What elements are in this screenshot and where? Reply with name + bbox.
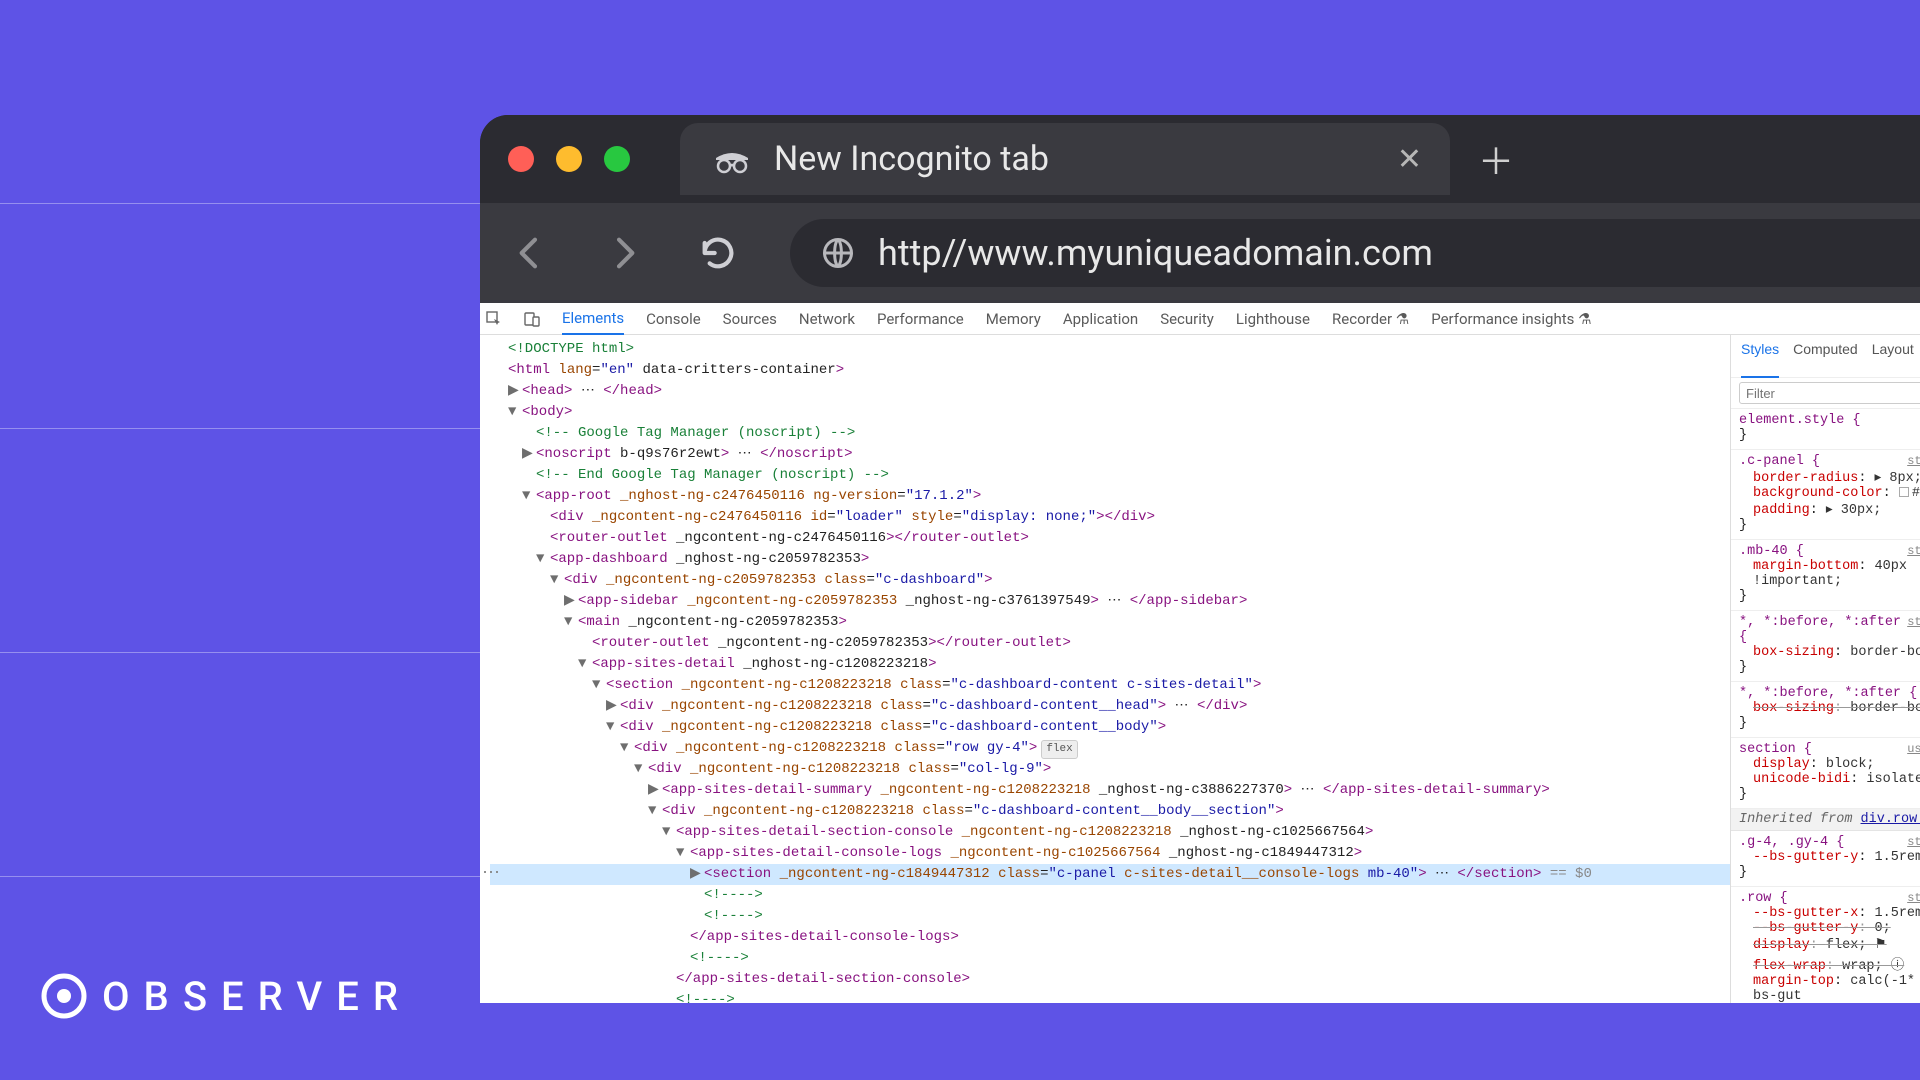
devtools-tab-elements[interactable]: Elements [562,309,624,335]
browser-window: New Incognito tab ✕ ＋ http//www.myunique… [480,115,1920,1003]
devtools-tab-perf-insights[interactable]: Performance insights ⚗ [1431,310,1591,328]
dom-line[interactable]: ▶<app-sidebar _ngcontent-ng-c2059782353 … [490,591,1730,612]
browser-tab[interactable]: New Incognito tab ✕ [680,123,1450,195]
dom-line[interactable]: ▶<div _ngcontent-ng-c1208223218 class="c… [490,696,1730,717]
devtools-tab-network[interactable]: Network [799,310,855,328]
dom-line[interactable]: <!----> [490,885,1730,906]
window-close-button[interactable] [508,146,534,172]
dom-tree[interactable]: <!DOCTYPE html><html lang="en" data-crit… [480,335,1730,1003]
dom-line[interactable]: ▶<noscript b-q9s76r2ewt> ⋯ </noscript> [490,444,1730,465]
devtools-tabbar: Elements Console Sources Network Perform… [480,303,1920,335]
styles-filter-input[interactable] [1739,382,1920,404]
dom-line[interactable]: <!-- End Google Tag Manager (noscript) -… [490,465,1730,486]
css-rule[interactable]: styles-K5.c-panel {border-radius: ▸ 8px;… [1731,450,1920,540]
devtools-tab-recorder[interactable]: Recorder ⚗ [1332,310,1409,328]
css-rule[interactable]: styles-K5*, *:before, *:after {box-sizin… [1731,611,1920,682]
tab-title: New Incognito tab [774,139,1049,179]
devtools-tab-performance[interactable]: Performance [877,310,964,328]
dom-line[interactable]: <!----> [490,906,1730,927]
dom-line[interactable]: ▼<app-dashboard _nghost-ng-c2059782353> [490,549,1730,570]
dom-line[interactable]: ▼<div _ngcontent-ng-c1208223218 class="c… [490,717,1730,738]
dom-line[interactable]: ▼<section _ngcontent-ng-c1208223218 clas… [490,675,1730,696]
devtools-tab-application[interactable]: Application [1063,310,1138,328]
styles-tab-layout[interactable]: Layout [1872,341,1914,373]
css-rule[interactable]: user agensection {display: block;unicode… [1731,738,1920,809]
reload-icon [698,233,738,273]
dom-line[interactable]: <router-outlet _ngcontent-ng-c2476450116… [490,528,1730,549]
url-text: http//www.myuniqueadomain.com [878,232,1433,274]
arrow-left-icon [510,233,550,273]
styles-filter-row: :hov .cls [1731,378,1920,409]
nav-forward-button[interactable] [602,231,646,275]
dom-line[interactable]: </app-sites-detail-console-logs> [490,927,1730,948]
css-rule[interactable]: element.style {} [1731,409,1920,450]
tab-close-button[interactable]: ✕ [1397,142,1422,177]
dom-line[interactable]: ▼<body> [490,402,1730,423]
brand-text: OBSERVER [102,973,412,1020]
bg-guide-line [0,652,480,653]
window-zoom-button[interactable] [604,146,630,172]
styles-tabbar: Styles Computed Layout Event L [1731,335,1920,378]
dom-line[interactable]: ▼<app-sites-detail-section-console _ngco… [490,822,1730,843]
devtools-tab-console[interactable]: Console [646,310,701,328]
bg-guide-line [0,428,480,429]
observer-logo-icon [40,972,88,1020]
css-rule[interactable]: *, *:before, *:after {box-sizing: border… [1731,682,1920,738]
browser-toolbar: http//www.myuniqueadomain.com [480,203,1920,303]
bg-guide-line [0,203,480,204]
dom-line[interactable]: ▼<app-root _nghost-ng-c2476450116 ng-ver… [490,486,1730,507]
dom-line[interactable]: ▼<div _ngcontent-ng-c2059782353 class="c… [490,570,1730,591]
dom-line[interactable]: <router-outlet _ngcontent-ng-c2059782353… [490,633,1730,654]
devtools-panel: Elements Console Sources Network Perform… [480,303,1920,1003]
brand-logo: OBSERVER [40,972,412,1020]
device-toggle-icon[interactable] [524,311,540,327]
globe-icon [820,235,856,271]
nav-back-button[interactable] [508,231,552,275]
css-rule[interactable]: styles-K5.g-4, .gy-4 {--bs-gutter-y: 1.5… [1731,831,1920,887]
dom-line[interactable]: <!-- Google Tag Manager (noscript) --> [490,423,1730,444]
dom-line[interactable]: ▼<main _ngcontent-ng-c2059782353> [490,612,1730,633]
dom-line[interactable]: <!----> [490,948,1730,969]
address-bar[interactable]: http//www.myuniqueadomain.com [790,219,1920,287]
devtools-tab-sources[interactable]: Sources [723,310,777,328]
dom-line[interactable]: ▼<app-sites-detail _nghost-ng-c120822321… [490,654,1730,675]
css-rule[interactable]: styles-K5.mb-40 {margin-bottom: 40px !im… [1731,540,1920,611]
new-tab-button[interactable]: ＋ [1478,133,1514,185]
dom-line[interactable]: ▶<head> ⋯ </head> [490,381,1730,402]
dom-line[interactable]: <!DOCTYPE html> [490,339,1730,360]
dom-line[interactable]: <!----> [490,990,1730,1003]
window-titlebar: New Incognito tab ✕ ＋ [480,115,1920,203]
dom-line[interactable]: </app-sites-detail-section-console> [490,969,1730,990]
devtools-tab-security[interactable]: Security [1160,310,1214,328]
styles-tab-computed[interactable]: Computed [1793,341,1858,373]
inspect-icon[interactable] [486,311,502,327]
styles-sidebar: Styles Computed Layout Event L :hov .cls… [1730,335,1920,1003]
dom-line[interactable]: ▼<div _ngcontent-ng-c1208223218 class="c… [490,801,1730,822]
css-rule[interactable]: styles-K5.row {--bs-gutter-x: 1.5rem;--b… [1731,887,1920,1003]
incognito-icon [712,144,752,174]
bg-guide-line [0,876,480,877]
nav-reload-button[interactable] [696,231,740,275]
dom-line[interactable]: <div _ngcontent-ng-c2476450116 id="loade… [490,507,1730,528]
dom-line[interactable]: ▶<app-sites-detail-summary _ngcontent-ng… [490,780,1730,801]
devtools-tab-memory[interactable]: Memory [986,310,1041,328]
window-minimize-button[interactable] [556,146,582,172]
dom-line[interactable]: ▼<app-sites-detail-console-logs _ngconte… [490,843,1730,864]
dom-line[interactable]: ▼<div _ngcontent-ng-c1208223218 class="r… [490,738,1730,759]
styles-tab-styles[interactable]: Styles [1741,341,1779,378]
dom-line[interactable]: <html lang="en" data-critters-container> [490,360,1730,381]
devtools-tab-lighthouse[interactable]: Lighthouse [1236,310,1310,328]
dom-line[interactable]: ▶<section _ngcontent-ng-c1849447312 clas… [490,864,1730,885]
arrow-right-icon [604,233,644,273]
window-traffic-lights [508,146,630,172]
dom-line[interactable]: ▼<div _ngcontent-ng-c1208223218 class="c… [490,759,1730,780]
